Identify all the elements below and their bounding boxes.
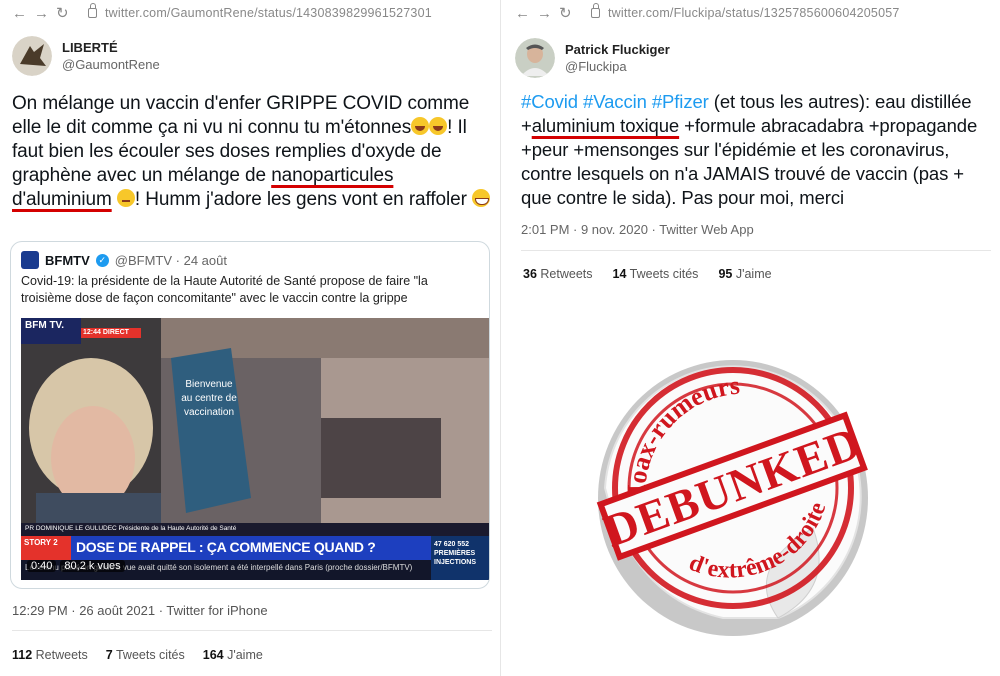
underlined-word: aluminium toxique (531, 115, 680, 136)
grin-emoji-icon (472, 189, 491, 207)
laughing-emoji-icon (429, 117, 448, 135)
tweet-text: #Covid #Vaccin #Pfizer (et tous les autr… (521, 91, 978, 208)
likes-count[interactable]: 164 J'aime (203, 648, 263, 662)
live-badge: 12:44 DIRECT (83, 329, 129, 336)
video-headline: DOSE DE RAPPEL : ÇA COMMENCE QUAND ? (76, 539, 376, 555)
hashtag-link[interactable]: #Pfizer (652, 91, 709, 112)
hashtag-link[interactable]: #Vaccin (583, 91, 647, 112)
retweets-count[interactable]: 112 Retweets (12, 648, 88, 662)
reload-icon[interactable]: ↻ (56, 4, 69, 22)
likes-count[interactable]: 95 J'aime (718, 267, 771, 281)
video-overlay: 0:40 80,2 k vues (27, 560, 125, 572)
avatar[interactable] (12, 36, 52, 76)
back-arrow-icon[interactable]: ← (515, 5, 530, 22)
tweet-timestamp[interactable]: 12:29 PM · 26 août 2021 · Twitter for iP… (12, 603, 268, 618)
hashtag-link[interactable]: #Covid (521, 91, 578, 112)
reload-icon[interactable]: ↻ (559, 4, 572, 22)
quote-author-name: BFMTV (45, 252, 90, 268)
author-handle[interactable]: @Fluckipa (565, 59, 670, 74)
laughing-emoji-icon (411, 117, 430, 135)
video-duration: 0:40 (27, 560, 57, 572)
back-arrow-icon[interactable]: ← (12, 5, 27, 22)
browser-address-bar: ← → ↻ twitter.com/GaumontRene/status/143… (0, 0, 500, 26)
author-name[interactable]: Patrick Fluckiger (565, 42, 670, 57)
right-screenshot: ← → ↻ twitter.com/Fluckipa/status/132578… (503, 0, 1000, 676)
story-badge: STORY 2 (24, 538, 58, 547)
quote-author-handle: @BFMTV · 24 août (114, 252, 227, 268)
tweet-stats: 112 Retweets 7 Tweets cités 164 J'aime (12, 648, 263, 662)
debunked-stamp: Hoax-rumeurs d'extrême-droite DEBUNKED (591, 360, 868, 636)
browser-address-bar: ← → ↻ twitter.com/Fluckipa/status/132578… (503, 0, 1000, 26)
divider (521, 250, 991, 251)
video-views: 80,2 k vues (60, 560, 125, 572)
tweet-timestamp[interactable]: 2:01 PM · 9 nov. 2020 · Twitter Web App (521, 222, 754, 237)
quotes-count[interactable]: 7 Tweets cités (106, 648, 185, 662)
tweet-stats: 36 Retweets 14 Tweets cités 95 J'aime (523, 267, 772, 281)
underlined-word: d'aluminium (12, 189, 112, 210)
lock-icon (88, 3, 97, 18)
injection-counter: 47 620 552 PREMIÈRES INJECTIONS (434, 541, 477, 566)
video-player[interactable]: BFM TV. 12:44 DIRECT Bienvenue au centre… (21, 318, 489, 580)
tweet-text: On mélange un vaccin d'enfer GRIPPE COVI… (12, 92, 491, 212)
quoted-tweet[interactable]: BFMTV ✓ @BFMTV · 24 août Covid-19: la pr… (10, 241, 490, 589)
divider (12, 630, 492, 631)
bfm-logo: BFM TV. (25, 320, 65, 331)
forward-arrow-icon[interactable]: → (537, 5, 552, 22)
retweets-count[interactable]: 36 Retweets (523, 267, 593, 281)
verified-badge-icon: ✓ (95, 253, 109, 267)
author-name[interactable]: LIBERTÉ (62, 40, 160, 55)
quotes-count[interactable]: 14 Tweets cités (613, 267, 699, 281)
quote-text: Covid-19: la présidente de la Haute Auto… (21, 274, 428, 305)
video-caption: PR DOMINIQUE LE GULUDEC Présidente de la… (25, 525, 237, 532)
bfmtv-logo-icon (21, 251, 39, 269)
underlined-word: nanoparticules (271, 165, 394, 186)
lock-icon (591, 3, 600, 18)
author-handle[interactable]: @GaumontRene (62, 57, 160, 72)
forward-arrow-icon[interactable]: → (34, 5, 49, 22)
tweet-author: LIBERTÉ @GaumontRene (0, 26, 500, 76)
vaccination-sign: Bienvenue au centre de vaccination (181, 379, 237, 418)
tweet-author: Patrick Fluckiger @Fluckipa (503, 26, 1000, 78)
smirk-emoji-icon (116, 189, 135, 207)
url-text[interactable]: twitter.com/Fluckipa/status/132578560060… (608, 6, 900, 20)
left-screenshot: ← → ↻ twitter.com/GaumontRene/status/143… (0, 0, 500, 676)
url-text[interactable]: twitter.com/GaumontRene/status/143083982… (105, 6, 432, 20)
avatar[interactable] (515, 38, 555, 78)
